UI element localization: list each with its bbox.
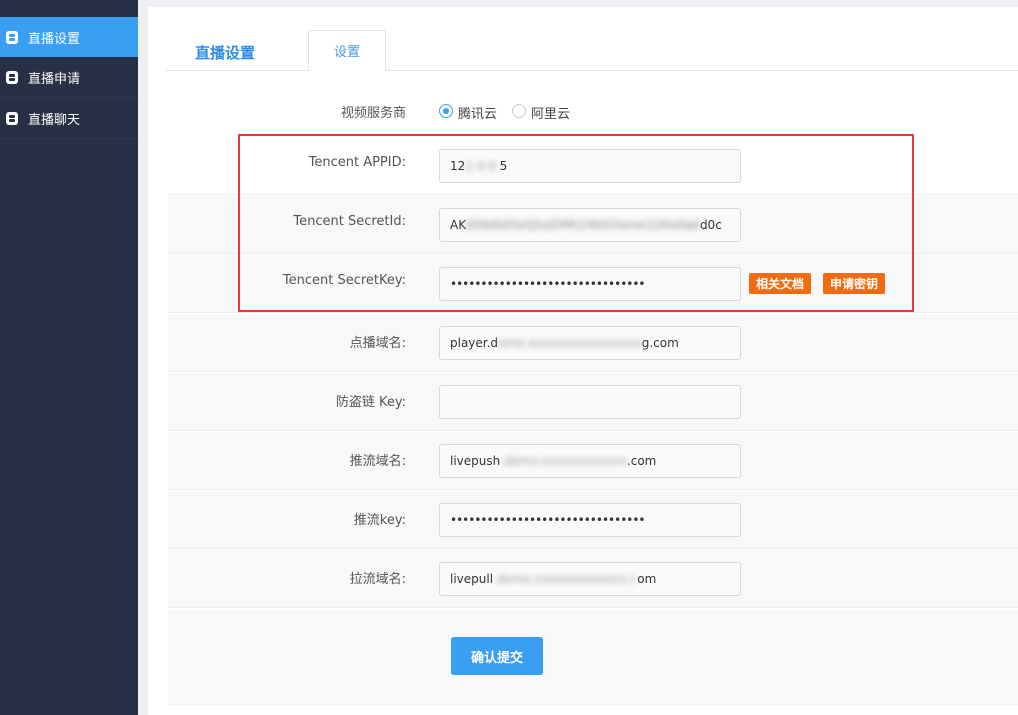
anti-leech-key-input[interactable] <box>439 385 741 419</box>
apply-key-button[interactable]: 申请密钥 <box>823 273 885 294</box>
push-key-label: 推流key: <box>353 513 406 528</box>
docs-button[interactable]: 相关文档 <box>749 273 811 294</box>
vod-domain-input[interactable]: player.d emo.xxxxxxxxxxxxxxxx g.com <box>439 326 741 360</box>
radio-tencent-label: 腾讯云 <box>458 107 498 122</box>
main-panel: 直播设置 设置 视频服务商 腾讯云 阿里云 Tencent APPID: 12 1… <box>148 7 1018 715</box>
tencent-secretkey-input[interactable]: •••••••••••••••••••••••••••••••• <box>439 267 741 301</box>
pull-domain-input[interactable]: livepull .demo.xxxxxxxxxxxxx.c om <box>439 562 741 596</box>
push-domain-label: 推流域名: <box>349 454 406 469</box>
push-domain-input[interactable]: livepush .demo.xxxxxxxxxxxx .com <box>439 444 741 478</box>
tencent-appid-input[interactable]: 12 1·4·0· 5 <box>439 149 741 183</box>
tab-live-settings[interactable]: 直播设置 <box>195 42 255 63</box>
document-icon <box>6 112 18 125</box>
radio-tencent[interactable] <box>439 104 453 118</box>
sidebar-item-label: 直播聊天 <box>28 113 81 128</box>
provider-label: 视频服务商 <box>340 106 406 121</box>
document-icon <box>6 71 18 84</box>
tab-settings[interactable]: 设置 <box>308 30 386 71</box>
sidebar: 直播设置 直播申请 直播聊天 <box>0 0 138 715</box>
sidebar-item-live-chat[interactable]: 直播聊天 <box>0 99 138 139</box>
form-row <box>168 609 1018 705</box>
submit-button[interactable]: 确认提交 <box>451 637 543 675</box>
tencent-secretid-input[interactable]: AK IDtbIb05eQ5aZiMh24b5Oome1UtIo0ad d0c <box>439 208 741 242</box>
sidebar-item-live-apply[interactable]: 直播申请 <box>0 58 138 98</box>
radio-aliyun[interactable] <box>512 104 526 118</box>
sidebar-item-label: 直播设置 <box>28 31 81 47</box>
tencent-secretid-label: Tencent SecretId: <box>293 214 406 229</box>
document-icon <box>6 30 18 44</box>
tab-bar: 直播设置 设置 <box>166 30 1018 71</box>
vod-domain-label: 点播域名: <box>349 336 406 351</box>
anti-leech-key-label: 防盗链 Key: <box>335 395 406 410</box>
sidebar-item-live-settings[interactable]: 直播设置 <box>0 17 138 57</box>
sidebar-item-label: 直播申请 <box>28 72 81 87</box>
push-key-input[interactable]: •••••••••••••••••••••••••••••••• <box>439 503 741 537</box>
pull-domain-label: 拉流域名: <box>349 572 406 587</box>
tencent-secretkey-label: Tencent SecretKey: <box>282 273 406 288</box>
radio-aliyun-label: 阿里云 <box>531 107 571 122</box>
tencent-appid-label: Tencent APPID: <box>308 155 406 170</box>
